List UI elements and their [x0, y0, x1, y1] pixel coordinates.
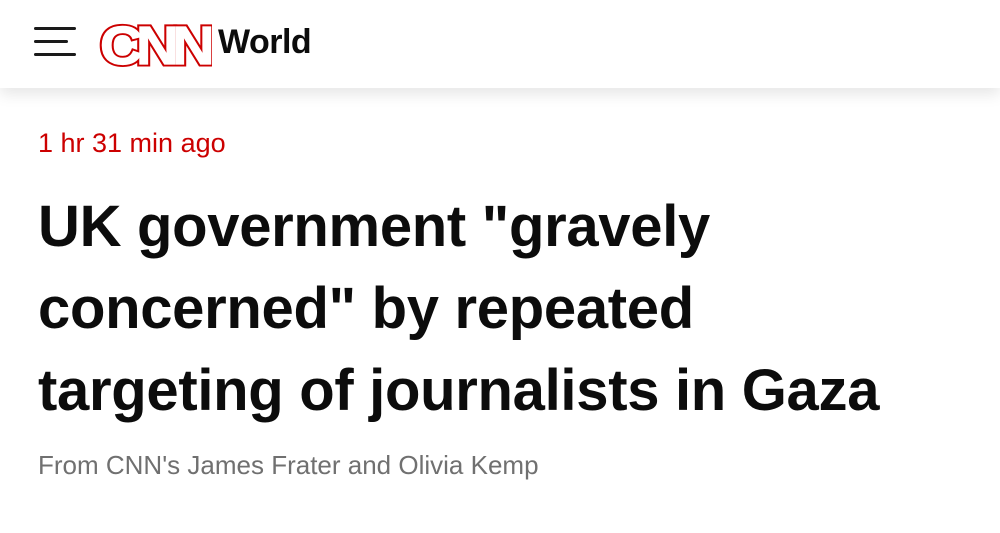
cnn-logo[interactable]: CNN CNN	[98, 14, 220, 79]
cnn-logo-mark: CNN CNN	[98, 14, 220, 79]
hamburger-menu-icon[interactable]	[32, 24, 78, 58]
post-headline: UK government "gravely concerned" by rep…	[38, 194, 880, 423]
site-header: CNN CNN World	[0, 0, 1000, 88]
post-timestamp: 1 hr 31 min ago	[38, 128, 226, 158]
post-byline: From CNN's James Frater and Olivia Kemp	[38, 450, 539, 480]
menu-bar-middle	[34, 40, 68, 43]
menu-bar-top	[34, 27, 76, 30]
svg-text:CNN: CNN	[100, 16, 211, 72]
section-world-link[interactable]: World	[218, 22, 312, 62]
menu-bar-bottom	[34, 53, 76, 56]
